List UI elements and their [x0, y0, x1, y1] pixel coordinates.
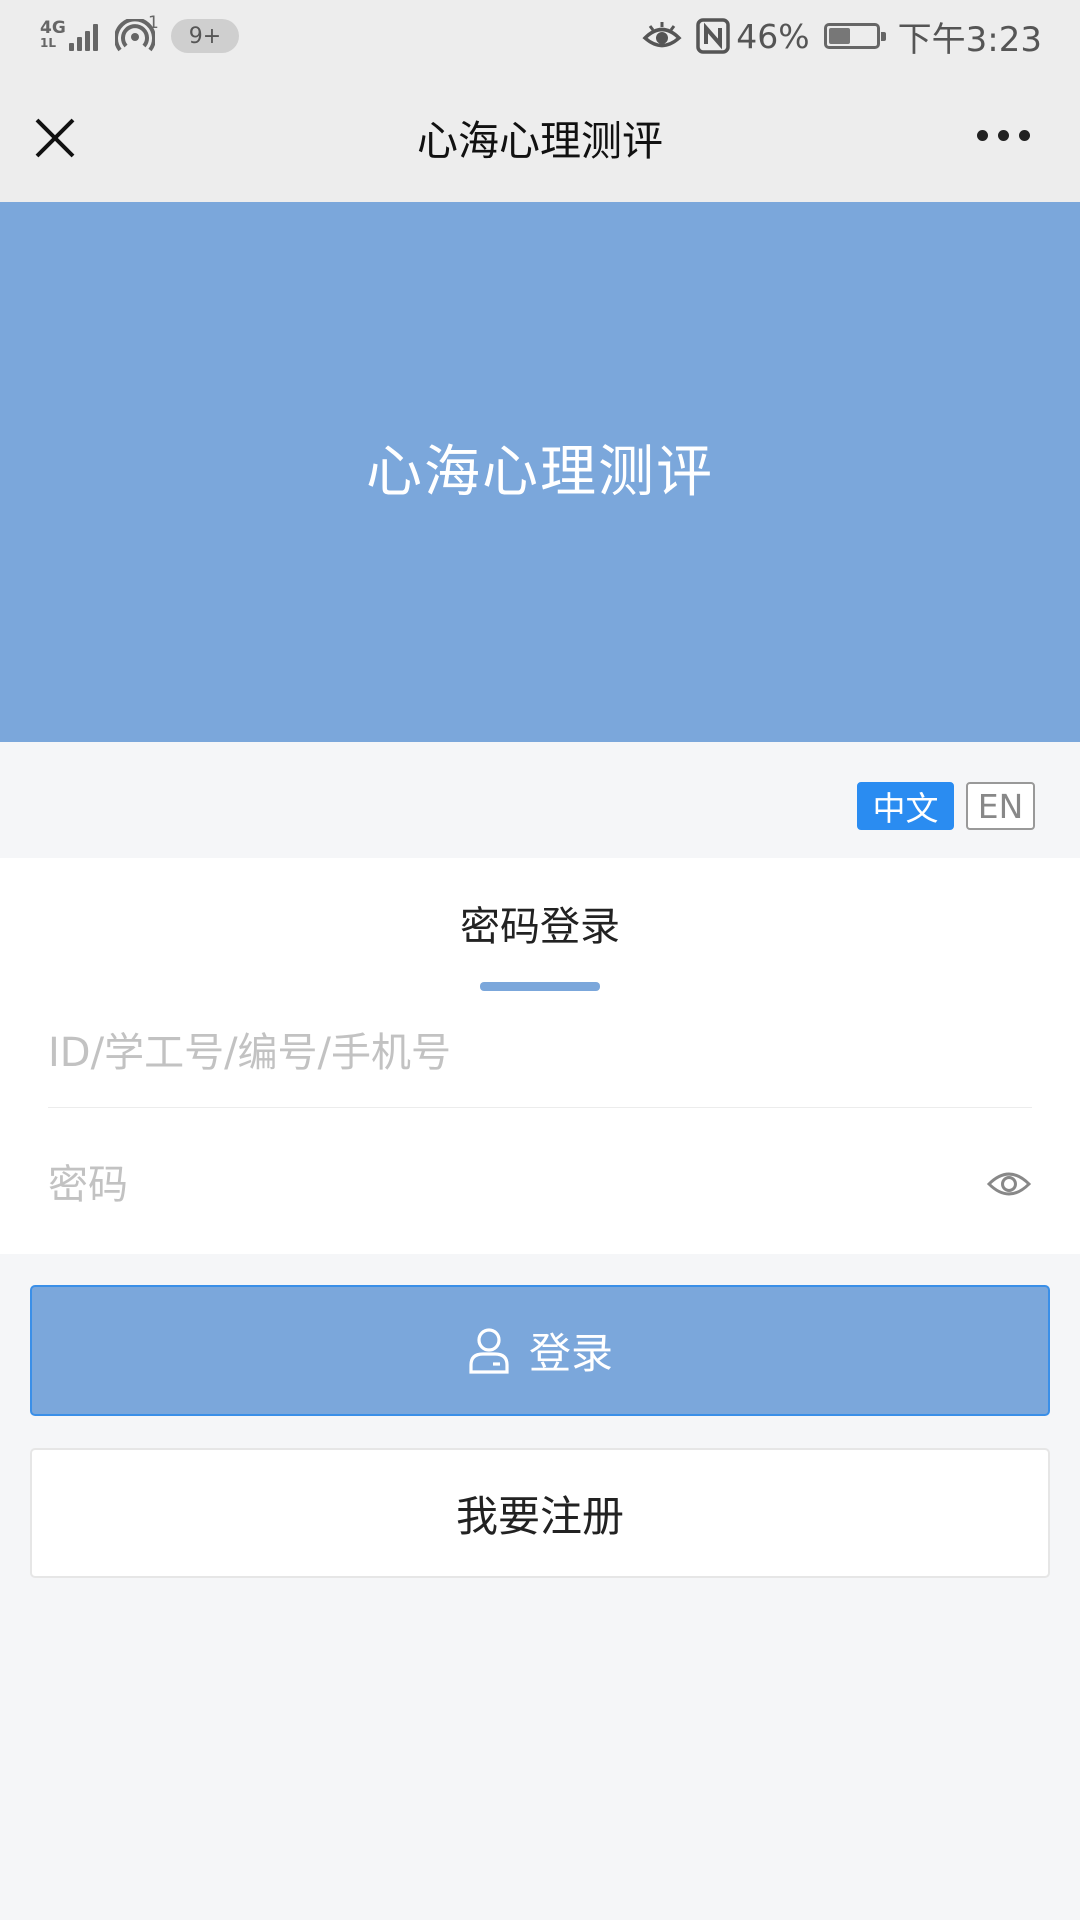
status-bar: 4G 1L 1 9+ 46% 下午3:23	[0, 0, 1080, 72]
page-title: 心海心理测评	[417, 117, 663, 165]
status-left: 4G 1L 1 9+	[40, 13, 240, 53]
title-bar: 心海心理测评	[0, 72, 1080, 202]
eye-icon[interactable]	[986, 1166, 1032, 1202]
language-option-en[interactable]: EN	[966, 782, 1035, 830]
user-icon	[467, 1327, 511, 1375]
network-sub-label: 1L	[40, 36, 56, 50]
battery-icon	[823, 23, 886, 49]
eye-comfort-icon	[642, 21, 682, 51]
id-input[interactable]	[48, 1029, 1032, 1076]
tab-password-login[interactable]: 密码登录	[0, 894, 1080, 952]
network-label: 4G	[40, 18, 66, 38]
hotspot-icon: 1	[113, 13, 159, 53]
language-option-zh[interactable]: 中文	[857, 782, 954, 830]
network-type: 4G 1L	[40, 18, 66, 51]
battery-percent: 46%	[736, 16, 810, 56]
login-button[interactable]: 登录	[30, 1285, 1050, 1416]
register-button-label: 我要注册	[455, 1491, 624, 1541]
notification-badge: 9+	[170, 19, 240, 53]
register-button[interactable]: 我要注册	[30, 1448, 1050, 1578]
close-icon[interactable]	[32, 115, 78, 161]
hero-banner: 心海心理测评	[0, 202, 1080, 742]
signal-icon	[68, 21, 101, 51]
hero-title: 心海心理测评	[366, 439, 714, 505]
language-switcher: 中文 EN	[0, 742, 1080, 858]
password-input[interactable]	[48, 1162, 1032, 1208]
nfc-icon	[696, 18, 731, 54]
clock: 下午3:23	[897, 19, 1042, 60]
battery-level	[828, 28, 850, 44]
id-field	[48, 998, 1032, 1108]
login-button-label: 登录	[528, 1329, 613, 1378]
more-icon[interactable]	[967, 130, 1030, 141]
password-field	[48, 1130, 1032, 1240]
hotspot-count: 1	[147, 13, 159, 33]
tab-indicator	[480, 982, 600, 991]
login-form: 密码登录	[0, 858, 1080, 1254]
status-right: 46% 下午3:23	[628, 12, 1042, 61]
